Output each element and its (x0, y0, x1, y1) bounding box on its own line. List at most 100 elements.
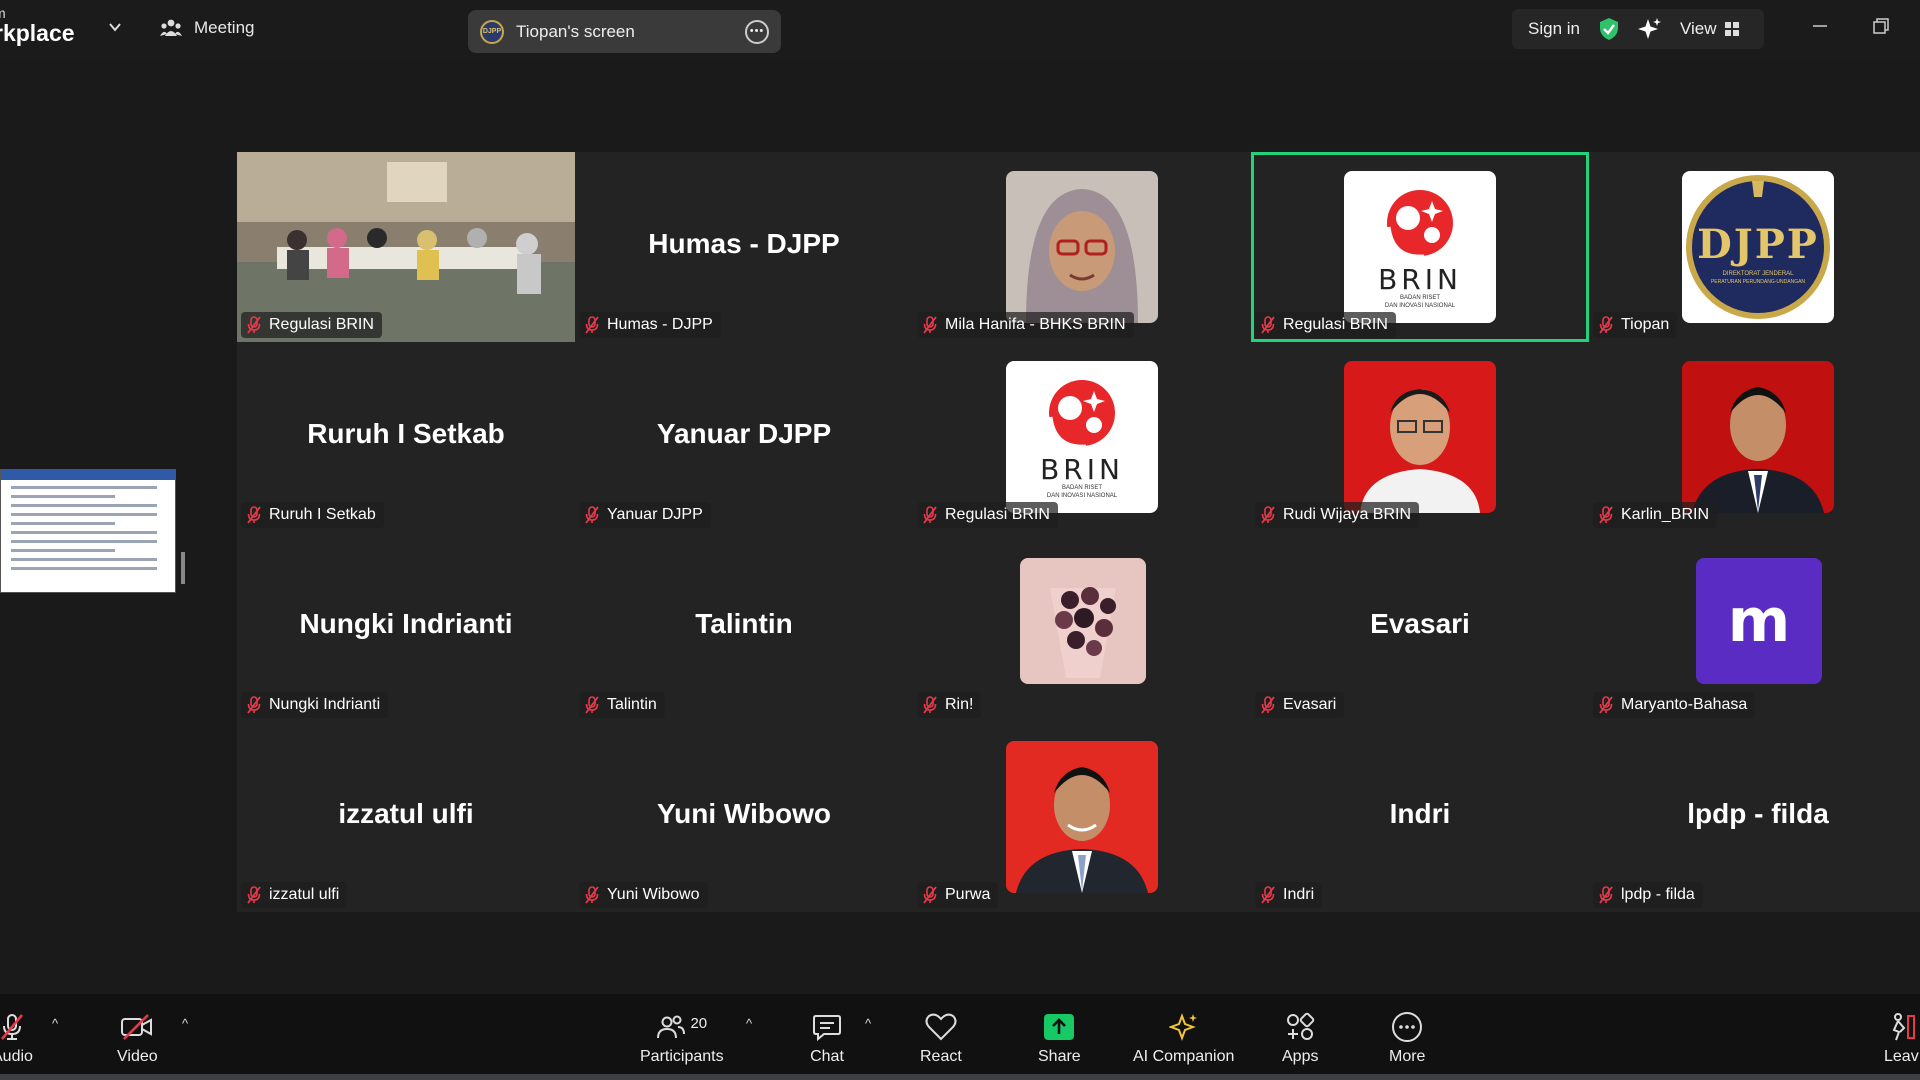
participant-tile[interactable]: Nungki Indrianti Nungki Indrianti (237, 532, 575, 722)
participant-tile[interactable]: Evasari Evasari (1251, 532, 1589, 722)
mic-off-icon (1, 1014, 24, 1040)
participants-options-icon[interactable]: ^ (746, 1016, 752, 1031)
participant-name-label: Yuni Wibowo (579, 882, 708, 908)
participant-name: izzatul ulfi (269, 886, 340, 903)
shared-screen-thumbnail[interactable] (0, 469, 176, 593)
participant-tile[interactable]: Mila Hanifa - BHKS BRIN (913, 152, 1251, 342)
participant-tile[interactable]: Regulasi BRIN (237, 152, 575, 342)
grid-view-icon (1724, 22, 1739, 36)
brin-logo-sub2: DAN INOVASI NASIONAL (1384, 303, 1456, 309)
sign-in-button[interactable]: Sign in (1528, 19, 1580, 39)
participant-display-name: Evasari (1370, 608, 1470, 639)
participant-tile[interactable]: Rin! (913, 532, 1251, 722)
participant-name: Regulasi BRIN (269, 316, 374, 333)
video-button[interactable]: Video (117, 1012, 158, 1066)
participant-name-label: Humas - DJPP (579, 312, 721, 338)
participant-tile[interactable]: Indri Indri (1251, 722, 1589, 912)
participant-tile[interactable]: Purwa (913, 722, 1251, 912)
participant-name: Rin! (945, 696, 974, 713)
participant-name-label: izzatul ulfi (241, 882, 348, 908)
ai-companion-button[interactable]: AI Companion (1133, 1012, 1234, 1066)
brin-logo-text: BRIN (1040, 453, 1124, 486)
more-options-icon[interactable]: ••• (745, 19, 769, 44)
participant-tile[interactable]: DJPP DIREKTORAT JENDERAL PERATURAN PERUNDA… (1589, 152, 1920, 342)
meeting-tab[interactable]: Meeting (160, 18, 254, 38)
djpp-logo: DJPP DIREKTORAT JENDERAL PERATURAN PERUNDA… (1682, 171, 1834, 323)
audio-button[interactable]: Audio (0, 1012, 33, 1066)
participant-photo (1006, 171, 1158, 323)
mic-off-icon (1261, 886, 1275, 904)
share-screen-icon (1044, 1014, 1075, 1040)
participant-tile[interactable]: m Maryanto-Bahasa (1589, 532, 1920, 722)
participant-name-label: Nungki Indrianti (241, 692, 389, 718)
participant-tile[interactable]: Humas - DJPP Humas - DJPP (575, 152, 913, 342)
react-button[interactable]: React (920, 1012, 962, 1066)
participant-name: Mila Hanifa - BHKS BRIN (945, 316, 1126, 333)
participant-display-name: Ruruh I Setkab (307, 418, 505, 449)
share-button[interactable]: Share (1038, 1012, 1081, 1066)
participant-name-label: lpdp - filda (1593, 882, 1703, 908)
participant-display-name: Yuni Wibowo (657, 798, 831, 829)
participants-button[interactable]: 20 Participants (640, 1012, 724, 1066)
leave-button[interactable]: Leav (1884, 1012, 1919, 1066)
participant-display-name: Yanuar DJPP (656, 418, 832, 449)
thumbnail-resize-handle[interactable] (181, 552, 185, 584)
participant-name: Yanuar DJPP (607, 506, 703, 523)
more-button[interactable]: More (1389, 1012, 1425, 1066)
taskbar-strip (0, 1074, 1920, 1080)
apps-button[interactable]: Apps (1282, 1012, 1318, 1066)
more-icon (1392, 1012, 1423, 1042)
participant-tile[interactable]: Yuni Wibowo Yuni Wibowo (575, 722, 913, 912)
participant-tile[interactable]: Yanuar DJPP Yanuar DJPP (575, 342, 913, 532)
participant-display-name: izzatul ulfi (338, 798, 474, 829)
participant-name-label: Purwa (917, 882, 999, 908)
participants-label: Participants (640, 1048, 724, 1065)
participant-tile[interactable]: Ruruh I Setkab Ruruh I Setkab (237, 342, 575, 532)
video-off-icon (121, 1014, 153, 1040)
participant-photo (1006, 741, 1158, 893)
view-button[interactable]: View (1680, 19, 1739, 39)
participant-tile[interactable]: BRIN BADAN RISET DAN INOVASI NASIONAL Regul… (913, 342, 1251, 532)
react-label: React (920, 1048, 962, 1065)
chat-button[interactable]: Chat (810, 1012, 844, 1066)
mic-off-icon (247, 886, 261, 904)
flower-bouquet-image (1020, 558, 1146, 684)
sparkle-icon[interactable] (1637, 17, 1662, 41)
chat-options-icon[interactable]: ^ (865, 1016, 871, 1031)
participant-tile[interactable]: Rudi Wijaya BRIN (1251, 342, 1589, 532)
brand-name: rkplace (0, 20, 75, 46)
participant-tile[interactable]: Talintin Talintin (575, 532, 913, 722)
title-bar: m rkplace Meeting DJPP Tiopan's screen •… (0, 0, 1920, 59)
screen-share-indicator[interactable]: DJPP Tiopan's screen ••• (468, 10, 781, 53)
participant-display-name: Indri (1389, 798, 1451, 829)
mic-off-icon (923, 886, 937, 904)
audio-label: Audio (0, 1048, 33, 1065)
restore-icon[interactable] (1871, 16, 1891, 36)
participant-display-name: Talintin (695, 608, 793, 639)
mic-off-icon (1261, 316, 1275, 334)
meeting-label: Meeting (194, 18, 255, 37)
chevron-down-icon[interactable] (108, 20, 122, 34)
participant-tile[interactable]: izzatul ulfi izzatul ulfi (237, 722, 575, 912)
ai-sparkle-icon (1168, 1013, 1197, 1041)
minimize-icon[interactable] (1810, 16, 1830, 36)
participant-name: Rudi Wijaya BRIN (1283, 506, 1412, 523)
participant-name-label: Indri (1255, 882, 1323, 908)
participant-display-name: Nungki Indrianti (299, 608, 513, 639)
participant-tile[interactable]: lpdp - filda lpdp - filda (1589, 722, 1920, 912)
video-gallery: Regulasi BRIN Humas - DJPP Humas - DJPP Mil… (237, 152, 1920, 912)
shield-check-icon[interactable] (1598, 17, 1620, 41)
audio-options-icon[interactable]: ^ (52, 1016, 58, 1031)
video-options-icon[interactable]: ^ (182, 1016, 188, 1031)
initial-avatar: m (1696, 558, 1822, 684)
mic-off-icon (585, 696, 599, 714)
brin-logo: BRIN BADAN RISET DAN INOVASI NASIONAL (1344, 171, 1496, 323)
participant-tile[interactable]: BRIN BADAN RISET DAN INOVASI NASIONAL Regul… (1251, 152, 1589, 342)
participant-name: Evasari (1283, 696, 1337, 713)
participant-name: Humas - DJPP (607, 316, 713, 333)
participant-tile[interactable]: Karlin_BRIN (1589, 342, 1920, 532)
participant-name: Nungki Indrianti (269, 696, 381, 713)
participant-name-label: Ruruh I Setkab (241, 502, 384, 528)
mic-off-icon (247, 316, 261, 334)
participant-name: Ruruh I Setkab (269, 506, 376, 523)
